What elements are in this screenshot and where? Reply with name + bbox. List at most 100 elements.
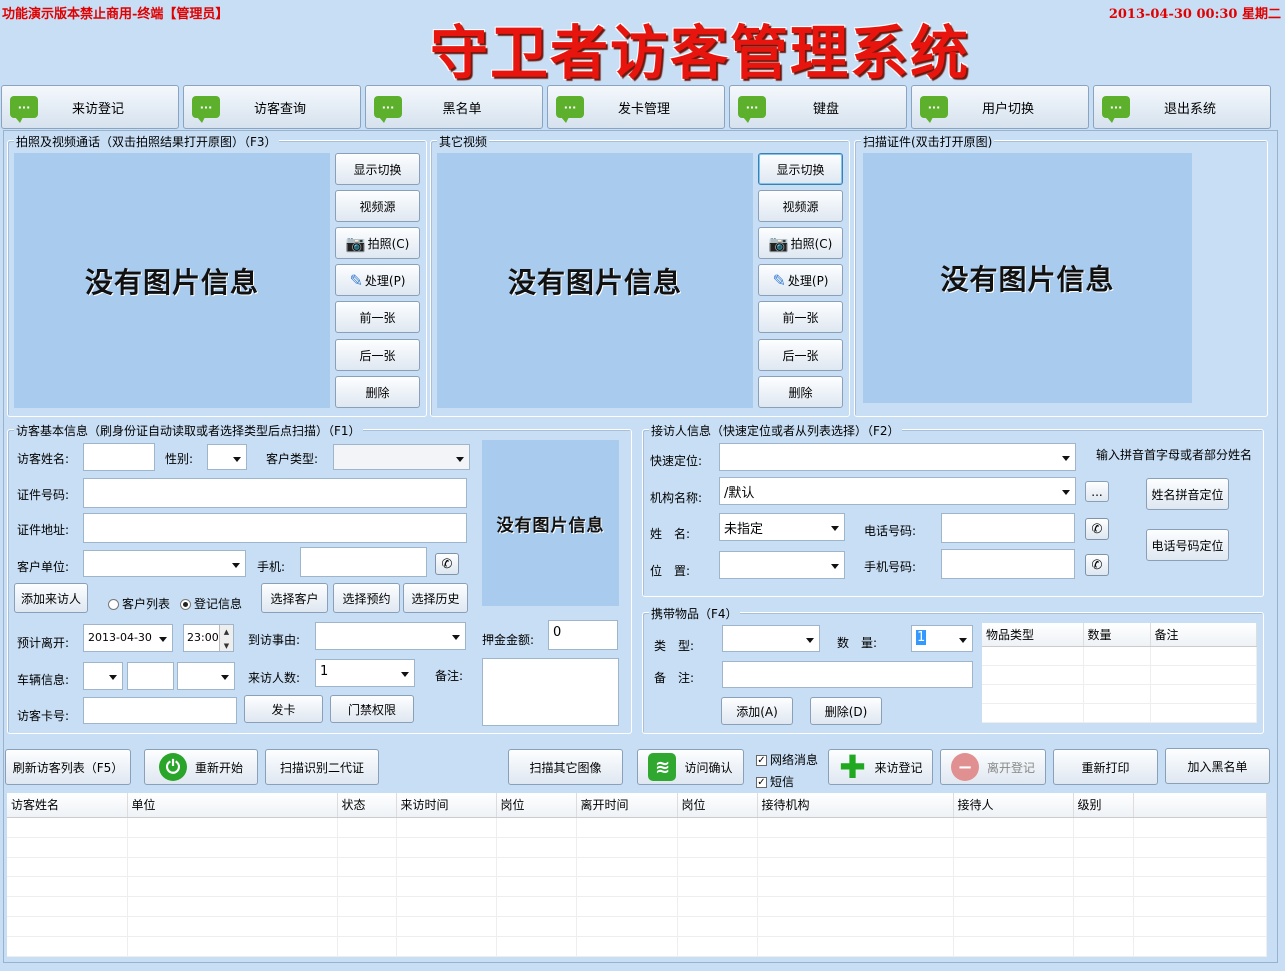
add-visitor-button[interactable]: 添加来访人 [14, 583, 88, 613]
phone-locate-button[interactable]: 电话号码定位 [1146, 529, 1229, 561]
item-qty-select[interactable]: 1 [911, 625, 973, 652]
scan-other-image-button[interactable]: 扫描其它图像 [508, 749, 623, 785]
vehicle-type-select[interactable] [177, 662, 235, 690]
restart-button[interactable]: ⏻ 重新开始 [144, 749, 258, 785]
spinner-icon[interactable]: ▲ ▼ [219, 625, 233, 651]
nav-visit-register-button[interactable]: ··· 来访登记 [1, 85, 179, 129]
visitor-card-input[interactable] [83, 697, 237, 724]
video-source-button[interactable]: 视频源 [758, 190, 843, 222]
vehicle-province-select[interactable] [83, 662, 123, 690]
org-browse-button[interactable]: ... [1085, 481, 1109, 502]
remark-textarea[interactable] [482, 658, 619, 726]
select-history-button[interactable]: 选择历史 [403, 583, 468, 613]
radio-selected-icon [180, 599, 191, 610]
scan-id-card-button[interactable]: 扫描识别二代证 [265, 749, 379, 785]
leave-register-button[interactable]: − 离开登记 [940, 749, 1046, 785]
host-name-select[interactable]: 未指定 [719, 513, 845, 541]
visitor-list-table[interactable]: 访客姓名 单位 状态 来访时间 岗位 离开时间 岗位 接待机构 接待人 级别 [7, 793, 1267, 957]
photo-video-source-button[interactable]: 视频源 [335, 190, 420, 222]
access-rights-button[interactable]: 门禁权限 [330, 695, 414, 723]
nav-blacklist-button[interactable]: ··· 黑名单 [365, 85, 543, 129]
item-remark-input[interactable] [722, 661, 973, 688]
nav-exit-button[interactable]: ··· 退出系统 [1093, 85, 1271, 129]
refresh-list-button[interactable]: 刷新访客列表（F5） [5, 749, 131, 785]
nav-switch-user-button[interactable]: ··· 用户切换 [911, 85, 1089, 129]
visit-reason-select[interactable] [315, 622, 466, 650]
quick-locate-select[interactable] [719, 443, 1076, 471]
other-video-preview[interactable]: 没有图片信息 [437, 153, 753, 408]
reprint-button[interactable]: 重新打印 [1053, 749, 1158, 785]
vehicle-plate-input[interactable] [127, 662, 174, 690]
leave-time-input[interactable]: 23:00: ▲ ▼ [183, 624, 234, 652]
sms-checkbox[interactable]: ✓ 短信 [756, 773, 794, 790]
photo-delete-button[interactable]: 删除 [335, 376, 420, 408]
scan-preview[interactable]: 没有图片信息 [863, 153, 1192, 403]
visitor-count-select[interactable]: 1 [315, 659, 415, 687]
mobile-input[interactable] [300, 547, 427, 577]
chat-bubble-icon: ··· [556, 96, 584, 123]
column-header[interactable]: 接待人 [953, 793, 1074, 818]
visit-confirm-button[interactable]: ≋ 访问确认 [637, 749, 744, 785]
video-delete-button[interactable]: 删除 [758, 376, 843, 408]
video-capture-button[interactable]: 📷 拍照(C) [758, 227, 843, 259]
host-mobile-input[interactable] [941, 549, 1075, 579]
column-header[interactable]: 离开时间 [576, 793, 678, 818]
column-header[interactable]: 访客姓名 [7, 793, 128, 818]
network-message-checkbox[interactable]: ✓ 网络消息 [756, 751, 818, 768]
column-header[interactable]: 备注 [1150, 623, 1257, 647]
column-header[interactable]: 级别 [1073, 793, 1134, 818]
register-info-radio[interactable]: 登记信息 [180, 595, 242, 612]
column-header[interactable]: 来访时间 [396, 793, 497, 818]
phone-icon[interactable]: ✆ [435, 553, 459, 575]
quick-locate-hint: 输入拼音首字母或者部分姓名 [1096, 448, 1253, 462]
nav-visitor-query-button[interactable]: ··· 访客查询 [183, 85, 361, 129]
photo-capture-button[interactable]: 📷 拍照(C) [335, 227, 420, 259]
add-blacklist-button[interactable]: 加入黑名单 [1165, 748, 1270, 784]
deposit-input[interactable]: 0 [548, 620, 618, 650]
checkbox-checked-icon: ✓ [756, 755, 767, 766]
id-number-input[interactable] [83, 478, 467, 508]
column-header[interactable]: 岗位 [496, 793, 577, 818]
column-header[interactable]: 接待机构 [757, 793, 954, 818]
column-header[interactable]: 岗位 [677, 793, 758, 818]
issue-card-button[interactable]: 发卡 [244, 695, 323, 723]
customer-type-select[interactable] [333, 444, 470, 470]
select-customer-button[interactable]: 选择客户 [261, 583, 328, 613]
photo-prev-button[interactable]: 前一张 [335, 301, 420, 333]
video-prev-button[interactable]: 前一张 [758, 301, 843, 333]
leave-date-picker[interactable]: 2013-04-30 [83, 624, 173, 652]
visitor-photo[interactable]: 没有图片信息 [482, 440, 619, 606]
item-type-select[interactable] [722, 625, 820, 652]
org-name-select[interactable]: /默认 [719, 477, 1076, 505]
id-address-input[interactable] [83, 513, 467, 543]
phone-icon[interactable]: ✆ [1085, 518, 1109, 540]
photo-preview[interactable]: 没有图片信息 [14, 153, 330, 408]
photo-toggle-display-button[interactable]: 显示切换 [335, 153, 420, 185]
select-reservation-button[interactable]: 选择预约 [333, 583, 400, 613]
phone-icon[interactable]: ✆ [1085, 554, 1109, 576]
customer-unit-select[interactable] [83, 550, 246, 577]
video-next-button[interactable]: 后一张 [758, 339, 843, 371]
phone-number-input[interactable] [941, 513, 1075, 543]
items-table[interactable]: 物品类型 数量 备注 [982, 623, 1257, 724]
column-header[interactable]: 单位 [127, 793, 338, 818]
nav-keyboard-button[interactable]: ··· 键盘 [729, 85, 907, 129]
gender-select[interactable] [207, 444, 247, 470]
nav-card-manage-button[interactable]: ··· 发卡管理 [547, 85, 725, 129]
photo-next-button[interactable]: 后一张 [335, 339, 420, 371]
visitor-name-input[interactable] [83, 443, 155, 471]
host-info-title: 接访人信息（快速定位或者从列表选择）（F2） [649, 422, 902, 439]
photo-process-button[interactable]: ✎ 处理(P) [335, 264, 420, 296]
pinyin-locate-button[interactable]: 姓名拼音定位 [1146, 478, 1229, 510]
chat-bubble-icon: ··· [374, 96, 402, 123]
customer-list-radio[interactable]: 客户列表 [108, 595, 170, 612]
column-header[interactable]: 物品类型 [982, 623, 1084, 647]
column-header[interactable]: 数量 [1083, 623, 1151, 647]
item-add-button[interactable]: 添加(A) [721, 697, 793, 725]
position-select[interactable] [719, 551, 845, 579]
item-delete-button[interactable]: 删除(D) [810, 697, 882, 725]
video-toggle-display-button[interactable]: 显示切换 [758, 153, 843, 185]
column-header[interactable]: 状态 [337, 793, 397, 818]
visit-register-button[interactable]: ✚ 来访登记 [828, 748, 933, 786]
video-process-button[interactable]: ✎ 处理(P) [758, 264, 843, 296]
